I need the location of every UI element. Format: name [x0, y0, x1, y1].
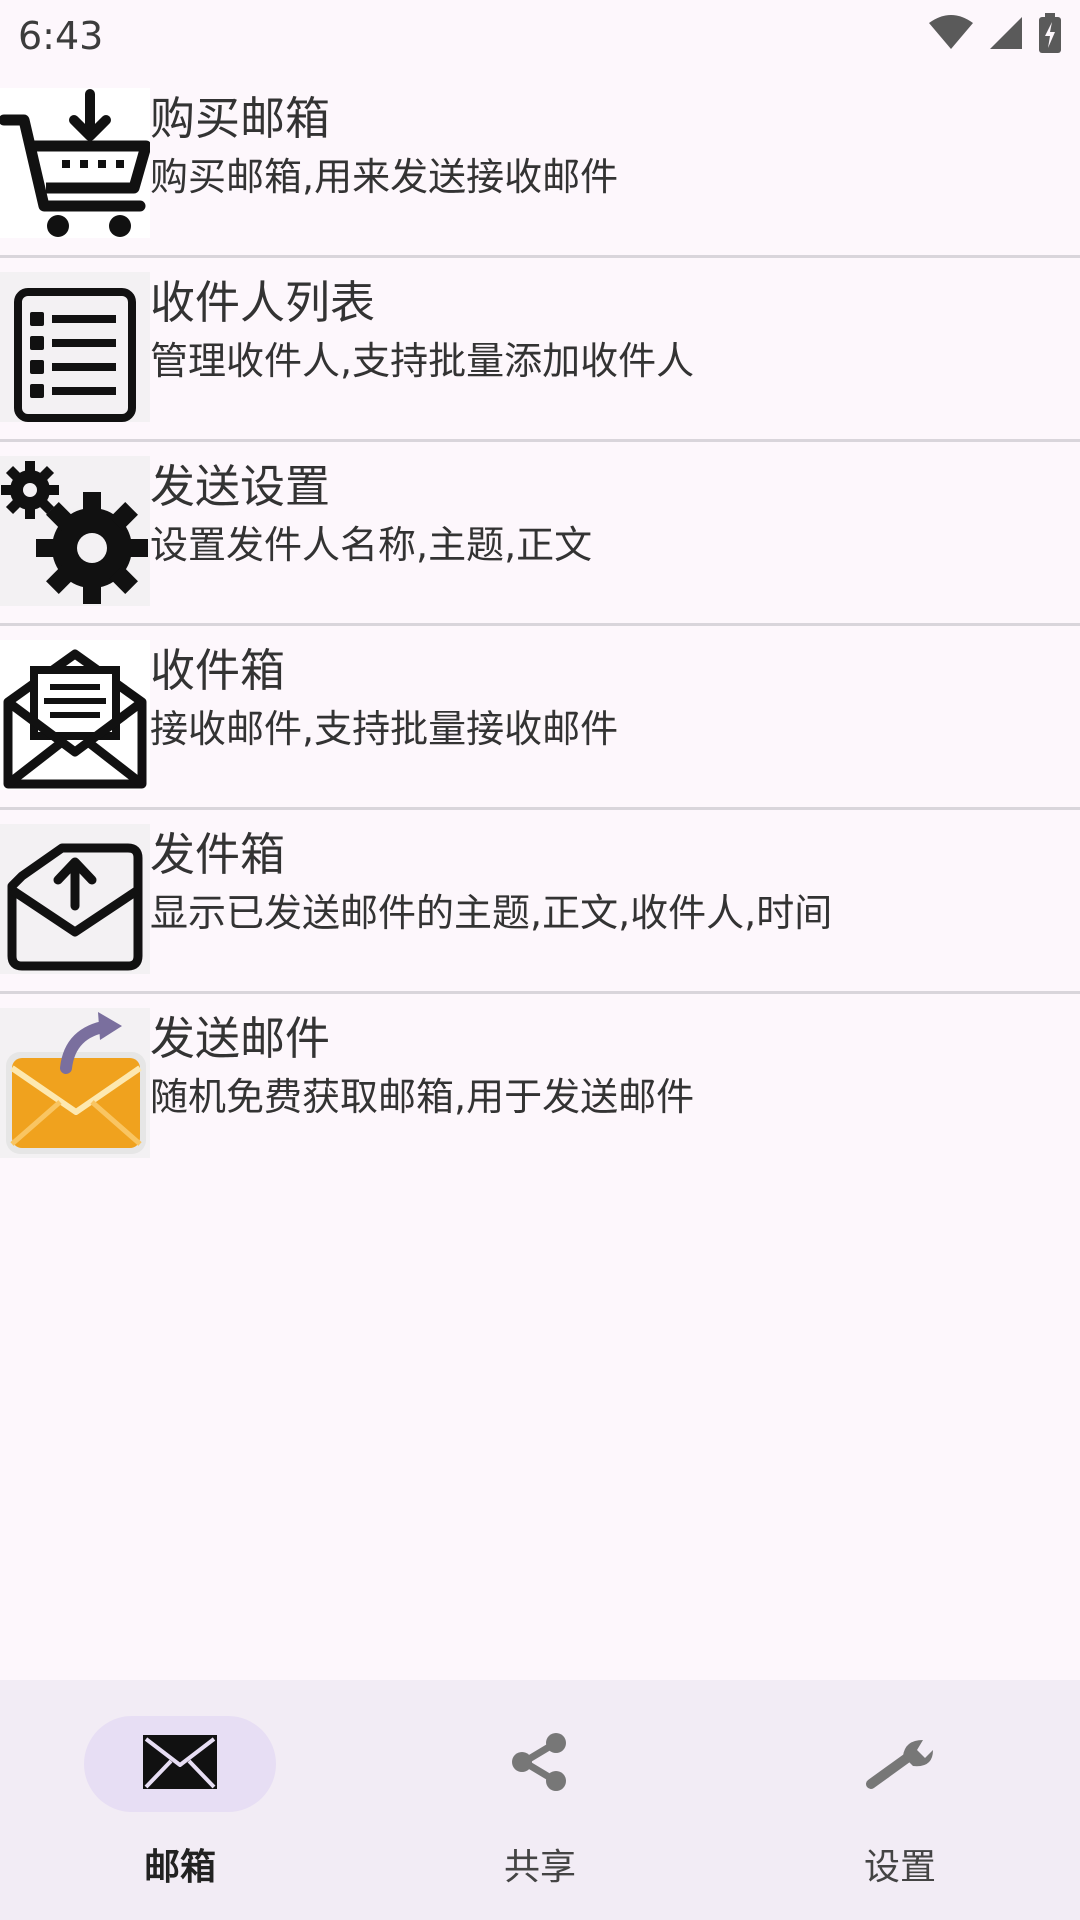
- nav-label: 设置: [863, 1847, 936, 1888]
- list-item-send-mail[interactable]: 发送邮件 随机免费获取邮箱,用于发送邮件: [0, 994, 1080, 1175]
- share-icon: [510, 1732, 570, 1796]
- screen: 6:43 购买邮箱 购买邮箱,用来发送接收邮件 收件人列表 管理收件人,支持批量…: [0, 0, 1080, 1920]
- nav-item-settings[interactable]: 设置: [720, 1680, 1080, 1920]
- feature-list: 购买邮箱 购买邮箱,用来发送接收邮件 收件人列表 管理收件人,支持批量添加收件人…: [0, 74, 1080, 1175]
- battery-charging-icon: [1038, 13, 1062, 57]
- list-icon: [0, 272, 150, 422]
- item-desc: 接收邮件,支持批量接收邮件: [150, 707, 619, 751]
- mail-upload-icon: [0, 824, 150, 974]
- status-bar: 6:43: [0, 0, 1080, 74]
- item-title: 发送邮件: [150, 1012, 331, 1065]
- status-time: 6:43: [18, 14, 104, 58]
- cart-download-icon: [0, 88, 150, 238]
- nav-label: 邮箱: [143, 1847, 216, 1888]
- item-desc: 管理收件人,支持批量添加收件人: [150, 339, 695, 383]
- bottom-nav: 邮箱 共享 设置: [0, 1680, 1080, 1920]
- item-title: 购买邮箱: [150, 92, 331, 145]
- list-item-outbox[interactable]: 发件箱 显示已发送邮件的主题,正文,收件人,时间: [0, 810, 1080, 994]
- item-title: 收件箱: [150, 644, 286, 697]
- envelope-icon: [143, 1735, 217, 1793]
- item-title: 发件箱: [150, 828, 286, 881]
- nav-item-mailbox[interactable]: 邮箱: [0, 1680, 360, 1920]
- cell-signal-icon: [988, 15, 1024, 55]
- send-mail-orange-icon: [0, 1008, 150, 1158]
- item-title: 发送设置: [150, 460, 331, 513]
- item-desc: 随机免费获取邮箱,用于发送邮件: [150, 1075, 695, 1119]
- status-icons: [928, 13, 1062, 57]
- list-item-recipients[interactable]: 收件人列表 管理收件人,支持批量添加收件人: [0, 258, 1080, 442]
- item-title: 收件人列表: [150, 276, 376, 329]
- wrench-icon: [865, 1732, 935, 1796]
- item-desc: 显示已发送邮件的主题,正文,收件人,时间: [150, 891, 833, 935]
- wifi-icon: [928, 15, 974, 55]
- nav-active-indicator: [84, 1716, 276, 1812]
- list-item-buy-mailbox[interactable]: 购买邮箱 购买邮箱,用来发送接收邮件: [0, 74, 1080, 258]
- nav-item-share[interactable]: 共享: [360, 1680, 720, 1920]
- item-desc: 购买邮箱,用来发送接收邮件: [150, 155, 619, 199]
- list-item-send-settings[interactable]: 发送设置 设置发件人名称,主题,正文: [0, 442, 1080, 626]
- nav-icon-container: [804, 1716, 996, 1812]
- open-mail-icon: [0, 640, 150, 790]
- list-item-inbox[interactable]: 收件箱 接收邮件,支持批量接收邮件: [0, 626, 1080, 810]
- item-desc: 设置发件人名称,主题,正文: [150, 523, 593, 567]
- gears-icon: [0, 456, 150, 606]
- nav-icon-container: [444, 1716, 636, 1812]
- nav-label: 共享: [503, 1847, 576, 1888]
